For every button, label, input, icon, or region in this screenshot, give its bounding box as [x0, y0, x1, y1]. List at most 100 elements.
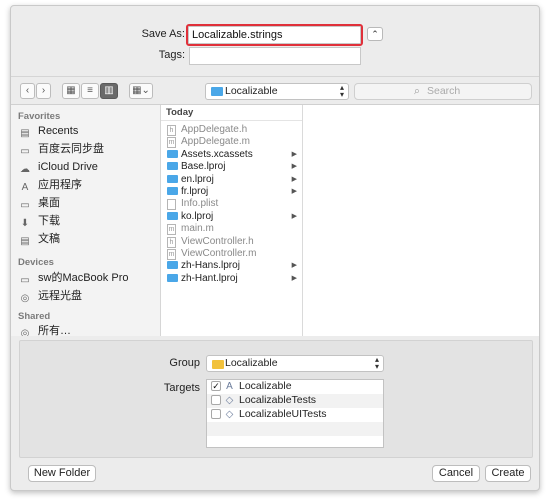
- folder-icon: [167, 187, 178, 195]
- column-view-button[interactable]: ▥: [100, 83, 118, 99]
- file-name: zh-Hant.lproj: [181, 272, 238, 284]
- file-row[interactable]: Base.lproj ▶: [161, 161, 302, 174]
- updown-icon: ▴ ▾: [339, 83, 344, 99]
- location-popup[interactable]: Localizable ▴ ▾: [205, 83, 349, 100]
- preview-column: [303, 105, 539, 336]
- target-row-empty: [207, 422, 383, 436]
- file-row[interactable]: h AppDelegate.h: [161, 124, 302, 137]
- new-folder-button[interactable]: New Folder: [28, 465, 96, 482]
- devices-heading: Devices: [18, 257, 54, 268]
- documents-icon: ▤: [20, 236, 30, 247]
- forward-button[interactable]: ›: [36, 83, 51, 99]
- file-column: Today h AppDelegate.h m AppDelegate.m Assets…: [161, 105, 303, 336]
- file-row[interactable]: en.lproj ▶: [161, 174, 302, 187]
- network-icon: ◎: [20, 328, 30, 336]
- folder-icon: [167, 273, 178, 282]
- disc-icon: ◎: [20, 293, 30, 304]
- file-row[interactable]: h ViewController.h: [161, 236, 302, 249]
- sidebar-item[interactable]: ▭ 百度云同步盘: [18, 141, 158, 157]
- sidebar-item[interactable]: ◎ 远程光盘: [18, 288, 158, 304]
- save-as-label: Save As:: [141, 28, 185, 40]
- file-row[interactable]: ko.lproj ▶: [161, 211, 302, 224]
- target-row[interactable]: ✓ A Localizable: [207, 380, 383, 394]
- target-checkbox[interactable]: [211, 409, 221, 419]
- document-icon: m: [167, 224, 176, 236]
- file-name: ko.lproj: [181, 210, 214, 222]
- search-input[interactable]: ⌕ Search: [354, 83, 532, 100]
- group-view-button[interactable]: ▦⌄: [129, 83, 153, 99]
- target-row[interactable]: ◇ LocalizableTests: [207, 394, 383, 408]
- document-icon: h: [167, 236, 176, 248]
- expand-button[interactable]: ⌃: [367, 27, 383, 41]
- back-button[interactable]: ‹: [20, 83, 35, 99]
- file-row[interactable]: m main.m: [161, 223, 302, 236]
- columns-icon: ▥: [104, 85, 114, 96]
- target-name: Localizable: [239, 380, 292, 392]
- list-view-button[interactable]: ≡: [81, 83, 99, 99]
- file-name: AppDelegate.m: [181, 136, 250, 148]
- group-popup[interactable]: Localizable ▴ ▾: [206, 355, 384, 372]
- chevron-right-icon: ▶: [291, 212, 297, 220]
- tags-label: Tags:: [158, 49, 185, 61]
- document-icon: m: [167, 137, 176, 149]
- sidebar-item-label: iCloud Drive: [38, 161, 98, 173]
- applications-icon: A: [21, 182, 29, 193]
- folder-icon: [211, 87, 223, 96]
- file-row[interactable]: Info.plist: [161, 198, 302, 211]
- sidebar-item[interactable]: ☁ iCloud Drive: [18, 159, 158, 175]
- chevron-right-icon: ▶: [291, 175, 297, 183]
- sidebar-item[interactable]: ⬇ 下载: [18, 213, 158, 229]
- file-name: Info.plist: [181, 198, 219, 210]
- file-row[interactable]: zh-Hant.lproj ▶: [161, 273, 302, 286]
- sidebar-item-label: 下载: [38, 215, 60, 227]
- sidebar-item-label: 所有…: [38, 325, 71, 336]
- icon-view-button[interactable]: ▦: [62, 83, 80, 99]
- file-row[interactable]: zh-Hans.lproj ▶: [161, 260, 302, 273]
- document-icon: [167, 199, 176, 211]
- create-button[interactable]: Create: [485, 465, 531, 482]
- favorites-heading: Favorites: [18, 111, 61, 122]
- sidebar-item[interactable]: ▤ Recents: [18, 123, 158, 139]
- sidebar-item[interactable]: ▭ 桌面: [18, 195, 158, 211]
- chevron-right-icon: ▶: [291, 262, 297, 270]
- target-checkbox[interactable]: ✓: [211, 381, 221, 391]
- folder-icon: [167, 261, 178, 270]
- document-icon: h: [167, 125, 176, 136]
- app-icon: A: [226, 381, 233, 392]
- file-row[interactable]: Assets.xcassets ▶: [161, 149, 302, 162]
- sidebar-item-label: sw的MacBook Pro: [38, 272, 129, 284]
- folder-icon: [167, 174, 178, 183]
- group-grid-icon: ▦⌄: [132, 85, 150, 96]
- folder-icon: ▭: [20, 146, 30, 157]
- file-row[interactable]: fr.lproj ▶: [161, 186, 302, 199]
- cancel-button[interactable]: Cancel: [432, 465, 480, 482]
- grid-icon: ▦: [66, 85, 76, 96]
- desktop-icon: ▭: [20, 200, 30, 211]
- file-name: ViewController.m: [181, 248, 257, 259]
- file-name: zh-Hans.lproj: [181, 260, 240, 272]
- targets-list: ✓ A Localizable ◇ LocalizableTests ◇ Localizab…: [206, 379, 384, 448]
- sidebar-item[interactable]: ▭ sw的MacBook Pro: [18, 270, 158, 286]
- file-name: Base.lproj: [181, 161, 226, 173]
- file-name: fr.lproj: [181, 186, 209, 197]
- group-label: Group: [169, 357, 200, 369]
- updown-icon: ▴ ▾: [374, 355, 379, 371]
- sidebar-item[interactable]: ◎ 所有…: [18, 323, 158, 336]
- sidebar-item[interactable]: A 应用程序: [18, 177, 158, 193]
- sidebar-item[interactable]: ▤ 文稿: [18, 231, 158, 247]
- file-name: main.m: [181, 223, 214, 235]
- target-checkbox[interactable]: [211, 395, 221, 405]
- sidebar-item-label: 远程光盘: [38, 290, 82, 302]
- file-name: en.lproj: [181, 173, 214, 185]
- downloads-icon: ⬇: [20, 218, 30, 229]
- target-row[interactable]: ◇ LocalizableUITests: [207, 408, 383, 422]
- recents-icon: ▤: [20, 128, 30, 139]
- column-header: Today: [161, 105, 302, 121]
- file-row[interactable]: m ViewController.m: [161, 248, 302, 261]
- chevron-right-icon: ▶: [291, 188, 297, 195]
- sidebar-item-label: 应用程序: [38, 179, 82, 191]
- tags-field[interactable]: [189, 47, 361, 65]
- file-row[interactable]: m AppDelegate.m: [161, 136, 302, 149]
- folder-icon: [167, 211, 178, 220]
- save-as-field[interactable]: Localizable.strings: [186, 24, 363, 46]
